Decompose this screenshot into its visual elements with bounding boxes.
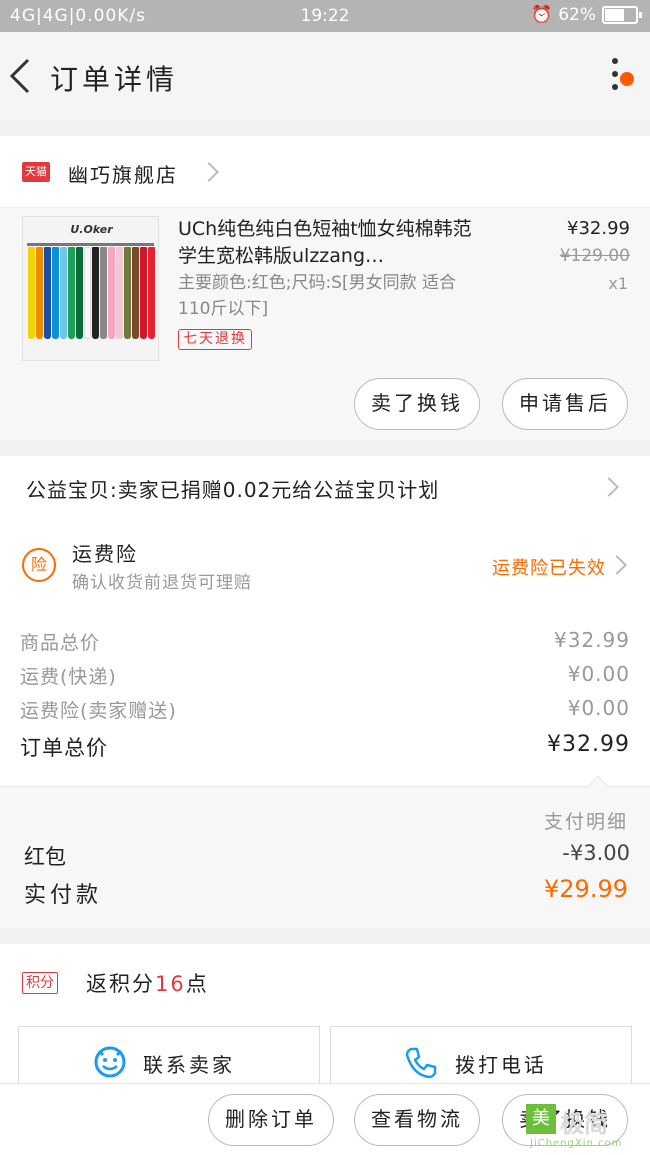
shirt-14 [140, 247, 147, 339]
order-total-value: ¥32.99 [547, 732, 630, 757]
watermark-text: 极简 [560, 1110, 608, 1138]
shirt-9 [100, 247, 107, 339]
after-sale-button[interactable]: 申请售后 [502, 378, 628, 430]
goods-total-value: ¥32.99 [554, 628, 630, 652]
shirt-15 [148, 247, 155, 339]
shirt-10 [108, 247, 115, 339]
view-logistics-button[interactable]: 查看物流 [354, 1094, 480, 1146]
insurance-subtitle: 确认收货前退货可理赔 [72, 573, 252, 593]
points-text: 返积分16点 [86, 972, 209, 996]
tmall-badge: 天猫 [22, 162, 50, 182]
chevron-right-icon [607, 555, 627, 575]
shirt-6 [76, 247, 83, 339]
original-price: ¥129.00 [559, 246, 630, 266]
delete-order-button[interactable]: 删除订单 [208, 1094, 334, 1146]
insurance-status: 运费险已失效 [492, 558, 606, 579]
shirt-11 [116, 247, 123, 339]
shipping-label: 运费(快递) [20, 666, 117, 688]
order-total-label: 订单总价 [20, 736, 108, 760]
chevron-right-icon [599, 477, 619, 497]
charity-text: 公益宝贝:卖家已捐赠0.02元给公益宝贝计划 [26, 478, 440, 502]
chevron-right-icon [199, 162, 219, 182]
battery-level [605, 9, 624, 21]
payment-detail: 支付明细 红包 -¥3.00 实付款 ¥29.99 [0, 775, 650, 928]
insurance-title: 运费险 [72, 542, 138, 566]
alarm-icon: ⏰ [531, 5, 553, 25]
notification-dot [620, 72, 634, 86]
insurance-fee-label: 运费险(卖家赠送) [20, 700, 177, 722]
page-title: 订单详情 [50, 63, 179, 96]
paid-amount-value: ¥29.99 [544, 875, 628, 903]
chat-icon [94, 1046, 126, 1078]
product-title: UCh纯色纯白色短袖t恤女纯棉韩范学生宽松韩版ulzzang… [178, 218, 472, 267]
shirt-13 [132, 247, 139, 339]
return-policy-badge: 七天退换 [178, 329, 252, 350]
shirt-12 [124, 247, 131, 339]
site-watermark: 美 极简 JiChengXin.com [522, 1098, 642, 1154]
shirt-5 [68, 247, 75, 339]
insurance-icon: 险 [22, 548, 56, 582]
product-quantity: x1 [608, 274, 628, 293]
red-packet-label: 红包 [24, 845, 66, 869]
shirt-7 [84, 247, 91, 339]
battery-percent: 62% [558, 5, 596, 25]
product-image-shirts [28, 247, 155, 339]
shirt-8 [92, 247, 99, 339]
phone-icon [405, 1047, 437, 1079]
shirt-4 [60, 247, 67, 339]
status-bar: 4G|4G|0.00K/s 19:22 ⏰ 62% [0, 0, 650, 32]
more-menu-icon[interactable] [610, 58, 620, 94]
points-number: 16 [155, 972, 186, 996]
shipping-value: ¥0.00 [567, 662, 630, 686]
sell-button[interactable]: 卖了换钱 [354, 378, 480, 430]
shipping-insurance-row[interactable]: 险 运费险 确认收货前退货可理赔 运费险已失效 [0, 518, 650, 608]
product-card[interactable]: U.Oker UCh纯色纯白色短袖t恤女纯棉韩范学生宽松韩版ulzzang… 主… [0, 208, 650, 440]
shirt-1 [36, 247, 43, 339]
shirt-2 [44, 247, 51, 339]
shirt-0 [28, 247, 35, 339]
product-spec: 主要颜色:红色;尺码:S[男女同款 适合110斤以下] [178, 273, 457, 319]
app-header: 订单详情 [0, 32, 650, 120]
battery-icon [602, 6, 642, 24]
charity-row[interactable]: 公益宝贝:卖家已捐赠0.02元给公益宝贝计划 [0, 456, 650, 518]
insurance-fee-value: ¥0.00 [567, 696, 630, 720]
product-price: ¥32.99 [567, 218, 630, 239]
price-summary: 商品总价 ¥32.99 运费(快递) ¥0.00 运费险(卖家赠送) ¥0.00… [0, 608, 650, 786]
paid-amount-label: 实付款 [24, 883, 103, 908]
watermark-url: JiChengXin.com [530, 1138, 623, 1149]
points-badge: 积分 [22, 972, 58, 994]
payment-detail-title: 支付明细 [543, 811, 628, 833]
product-image-brand: U.Oker [70, 223, 113, 236]
product-image[interactable]: U.Oker [22, 216, 159, 361]
goods-total-label: 商品总价 [20, 632, 101, 654]
shop-row[interactable]: 天猫 幽巧旗舰店 [0, 136, 650, 208]
watermark-logo: 美 [526, 1104, 556, 1134]
points-section: 积分 返积分16点 联系卖家 拨打电话 [0, 944, 650, 1096]
shop-name: 幽巧旗舰店 [68, 163, 178, 187]
shirt-3 [52, 247, 59, 339]
call-label: 拨打电话 [455, 1053, 547, 1077]
back-arrow-icon[interactable] [6, 56, 36, 96]
red-packet-value: -¥3.00 [562, 841, 630, 865]
contact-seller-label: 联系卖家 [143, 1053, 235, 1077]
